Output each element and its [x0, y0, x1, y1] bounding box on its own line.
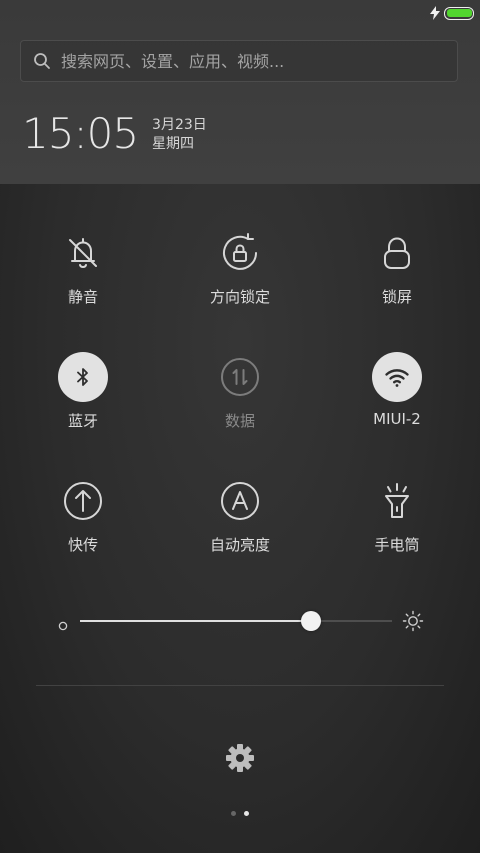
- data-icon: [215, 352, 265, 402]
- tile-label: 锁屏: [381, 288, 412, 306]
- notification-shade: 15:05 3月23日 星期四 静音: [0, 0, 480, 853]
- battery-level-fill: [446, 9, 472, 17]
- tile-row: 快传 自动亮度 手电筒: [0, 476, 480, 566]
- tile-rotation-lock[interactable]: 方向锁定: [160, 228, 320, 318]
- search-input[interactable]: [61, 51, 457, 71]
- bluetooth-icon: [58, 352, 108, 402]
- page-dot: [231, 811, 236, 816]
- divider: [36, 685, 444, 686]
- clock-date: 3月23日: [152, 117, 207, 133]
- charging-bolt-icon: [430, 6, 440, 20]
- tile-label: 自动亮度: [209, 536, 270, 554]
- search-bar[interactable]: [20, 40, 458, 82]
- tile-label: 快传: [67, 536, 98, 554]
- tile-label: 手电筒: [374, 536, 420, 554]
- tile-bluetooth[interactable]: 蓝牙: [3, 352, 163, 442]
- tile-quick-share[interactable]: 快传: [3, 476, 163, 566]
- tile-flashlight[interactable]: 手电筒: [317, 476, 477, 566]
- brightness-high-icon: [402, 610, 424, 636]
- tile-label: 数据: [224, 412, 255, 430]
- lock-icon: [372, 228, 422, 278]
- page-indicator: [0, 811, 480, 816]
- search-icon: [33, 52, 61, 70]
- brightness-track[interactable]: [80, 620, 392, 622]
- tile-row: 蓝牙 数据 MIUI-2: [0, 352, 480, 442]
- tile-label: MIUI-2: [373, 410, 421, 428]
- wifi-icon: [372, 352, 422, 402]
- clock-widget[interactable]: 15:05 3月23日 星期四: [22, 110, 207, 158]
- battery-icon: [444, 6, 474, 20]
- page-dot: [244, 811, 249, 816]
- tile-label: 静音: [67, 288, 98, 306]
- brightness-thumb[interactable]: [300, 611, 321, 631]
- tile-row: 静音 方向锁定 锁屏: [0, 228, 480, 318]
- settings-button[interactable]: [224, 742, 256, 774]
- bell-off-icon: [58, 228, 108, 278]
- flashlight-icon: [372, 476, 422, 526]
- upload-icon: [58, 476, 108, 526]
- brightness-slider[interactable]: [56, 608, 428, 634]
- brightness-low-icon: [58, 616, 68, 635]
- rotation-lock-icon: [215, 228, 265, 278]
- tile-label: 蓝牙: [67, 412, 98, 430]
- clock-time: 15:05: [22, 109, 139, 158]
- status-bar: [430, 4, 474, 22]
- auto-brightness-icon: [215, 476, 265, 526]
- tile-wifi[interactable]: MIUI-2: [317, 352, 477, 442]
- tile-auto-brightness[interactable]: 自动亮度: [160, 476, 320, 566]
- clock-weekday: 星期四: [152, 136, 195, 152]
- brightness-track-fill: [80, 620, 311, 622]
- gear-icon: [224, 744, 256, 778]
- date-block: 3月23日 星期四: [152, 116, 207, 154]
- tile-mute[interactable]: 静音: [3, 228, 163, 318]
- tile-lock-screen[interactable]: 锁屏: [317, 228, 477, 318]
- tile-label: 方向锁定: [209, 288, 270, 306]
- tile-mobile-data[interactable]: 数据: [160, 352, 320, 442]
